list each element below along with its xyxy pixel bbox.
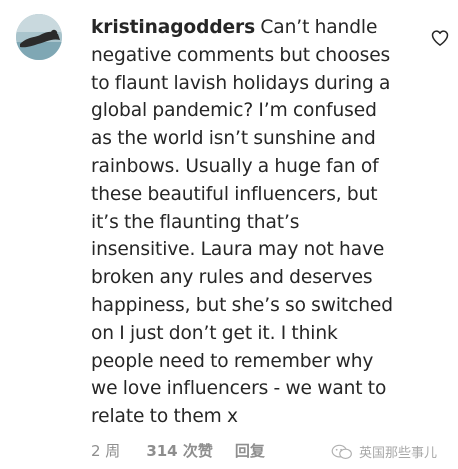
comment-username[interactable]: kristinagodders xyxy=(91,17,255,38)
watermark-text: 英国那些事儿 xyxy=(359,446,438,461)
watermark: 英国那些事儿 xyxy=(331,442,437,461)
comment-body: kristinagodders Can’t handle negative co… xyxy=(91,14,396,431)
reply-button[interactable]: 回复 xyxy=(235,440,265,461)
avatar-image xyxy=(16,14,62,60)
wechat-icon xyxy=(331,444,352,459)
user-avatar[interactable] xyxy=(16,14,62,60)
comment-time: 2 周 xyxy=(91,442,121,460)
comment-text: Can’t handle negative comments but choos… xyxy=(91,17,393,428)
heart-outline-icon[interactable] xyxy=(430,28,450,48)
comment-meta: 2 周 314 次赞 回复 xyxy=(91,440,265,461)
comment-likes[interactable]: 314 次赞 xyxy=(146,440,213,461)
